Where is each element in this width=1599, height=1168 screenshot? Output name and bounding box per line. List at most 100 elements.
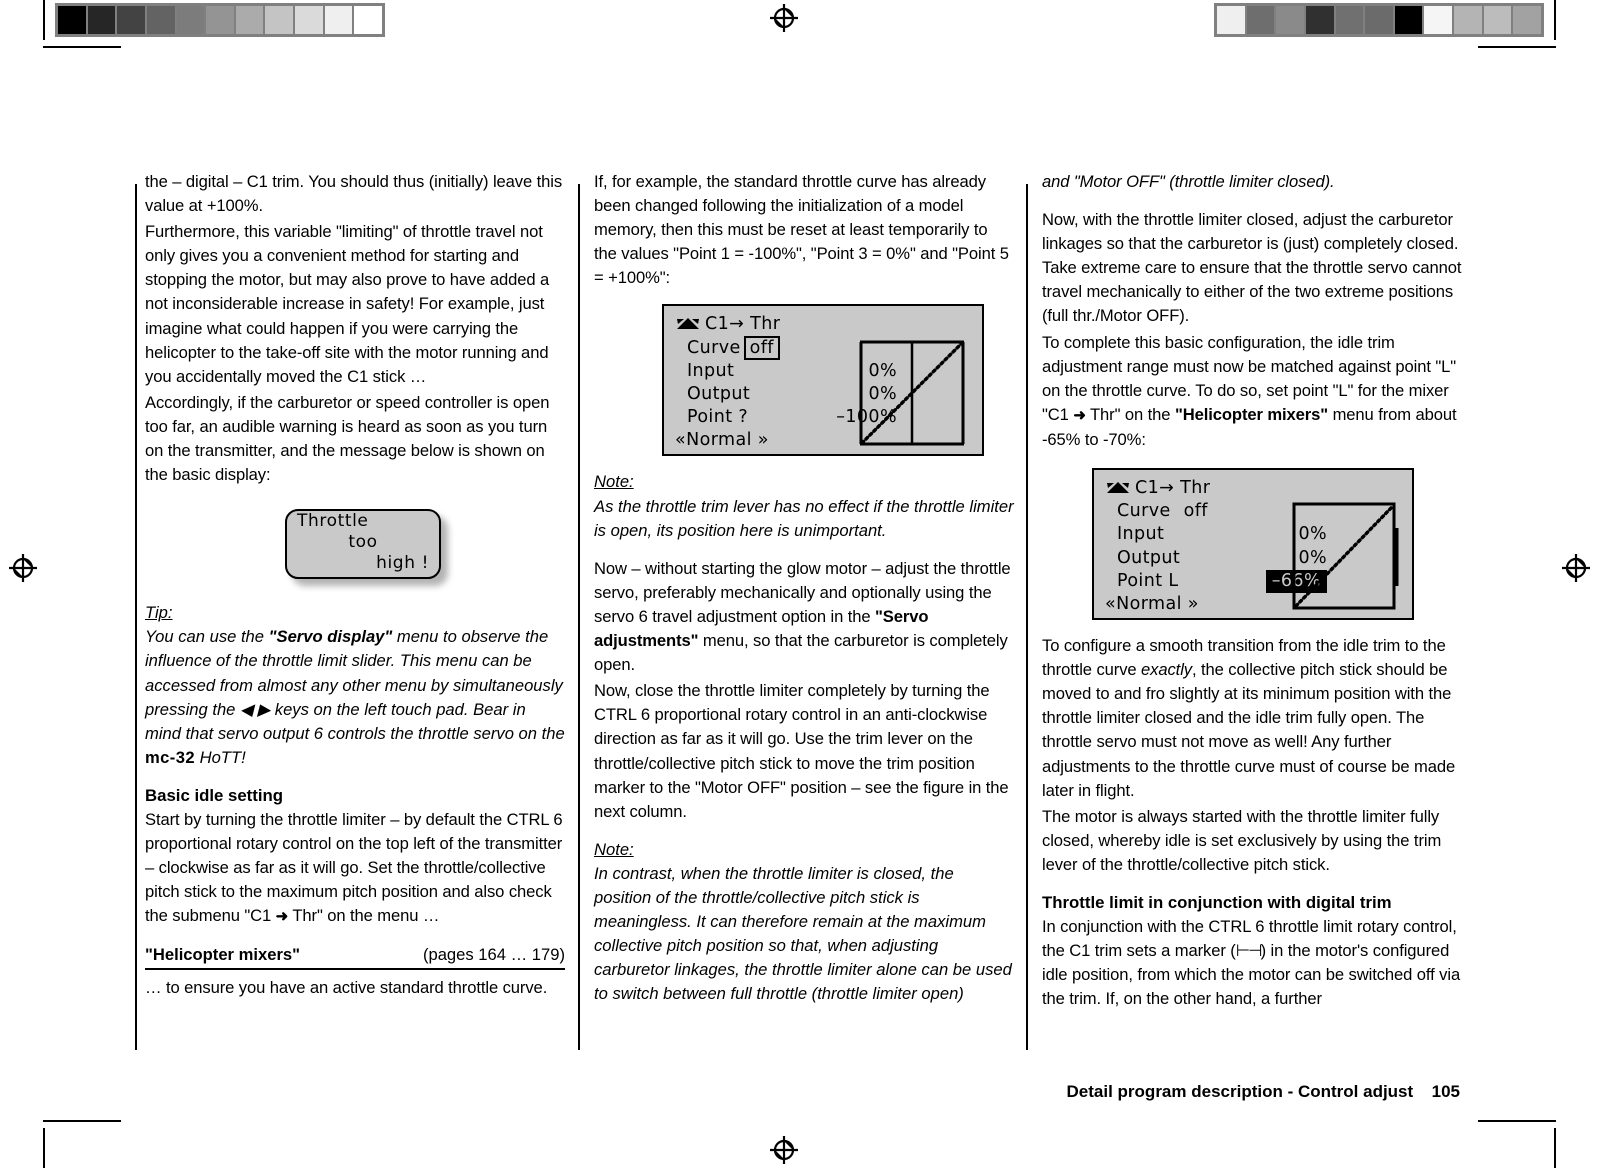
calibration-swatch [1454,6,1482,34]
lcd-title: C1→ Thr [705,314,781,335]
lcd-phase-value: «Normal » [1105,593,1199,614]
paragraph-part-b: , the collective pitch stick should be m… [1042,660,1456,800]
lcd-point-label: Point ? [687,407,749,428]
note-label: Note: [594,472,634,492]
emphasis-exactly: exactly [1141,660,1192,680]
note-text: As the throttle trim lever has no effect… [594,496,1014,540]
calibration-swatch [117,6,145,34]
menu-name: "Helicopter mixers" [1174,404,1329,424]
tip-block: Tip: You can use the "Servo display" men… [145,601,565,770]
trim-marker-icon: ⊢⊣ [1235,941,1263,961]
paragraph: Now, close the throttle limiter complete… [594,681,1009,821]
lcd-screen-c1-thr-point-l: C1→ Thr Curve off Input 0% Output 0% Poi… [1092,468,1414,621]
lcd-title-row: C1→ Thr [1105,477,1327,500]
calibration-swatch [1483,6,1512,34]
product-name: mc-32 [145,747,195,767]
note-block-1: Note: As the throttle trim lever has no … [594,470,1014,542]
registration-mark-icon [770,4,798,32]
lcd-curve-value: off [743,335,780,360]
crop-mark-top-right-vertical [1554,0,1556,40]
lcd-curve-graph [1292,502,1399,610]
paragraph: Furthermore, this variable "limiting" of… [145,222,550,386]
document-page: the – digital – C1 trim. You should thus… [0,0,1599,1168]
crop-mark-bottom-right-horizontal [1478,1120,1556,1122]
helicopter-icon [677,318,699,330]
paragraph: Now – without starting the glow motor – … [594,557,1014,677]
right-arrow-icon: ➜ [275,908,289,926]
lcd-title: C1→ Thr [1135,478,1211,499]
calibration-swatch [1276,6,1304,34]
arrow-keys-icon: ◀ ▶ [240,699,271,719]
calibration-strip-right [1214,3,1544,37]
calibration-swatch [87,6,116,34]
warning-line-2: too [348,532,378,553]
lcd-title-row: C1→ Thr [675,313,897,336]
calibration-swatch [206,6,234,34]
xref-pages: (pages 164 … 179) [422,945,565,965]
tip-menu-name: "Servo display" [268,627,393,647]
text-column-2: If, for example, the standard throttle c… [594,170,1014,1006]
paragraph: Now, with the throttle limiter closed, a… [1042,210,1462,326]
lcd-input-label: Input [687,360,735,381]
page-body: the – digital – C1 trim. You should thus… [0,170,1599,1050]
note-text: In contrast, when the throttle limiter i… [594,863,1012,1004]
calibration-swatch [1217,6,1245,34]
paragraph: In conjunction with the CTRL 6 throttle … [1042,915,1462,1011]
calibration-strip-left [55,3,385,37]
calibration-swatch [1513,6,1542,34]
section-heading-basic-idle: Basic idle setting [145,785,284,805]
column-divider [1026,184,1028,1050]
note-label: Note: [594,839,634,859]
lcd-output-label: Output [687,384,751,405]
paragraph: Accordingly, if the carburetor or speed … [145,392,550,485]
lcd-phase-value: «Normal » [675,430,769,451]
lcd-curve-value: off [1183,501,1208,522]
lcd-curve-label: Curve [687,337,741,358]
throttle-warning-dialog: Throttle too high ! [285,509,441,580]
calibration-swatch [1246,6,1275,34]
paragraph: the – digital – C1 trim. You should thus… [145,172,563,216]
cross-reference[interactable]: "Helicopter mixers" (pages 164 … 179) [145,945,565,971]
calibration-swatch [265,6,294,34]
text-column-1: the – digital – C1 trim. You should thus… [145,170,565,1002]
lcd-curve-label: Curve [1117,501,1171,522]
column-divider [578,184,580,1050]
text-column-3: and "Motor OFF" (throttle limiter closed… [1042,170,1462,1013]
section-heading-throttle-limit: Throttle limit in conjunction with digit… [1042,892,1392,912]
calibration-swatch [1305,6,1334,34]
calibration-swatch [354,6,383,34]
paragraph: Start by turning the throttle limiter – … [145,808,565,929]
warning-line-1: Throttle [297,511,369,532]
warning-line-3: high ! [376,553,429,574]
paragraph: … to ensure you have an active standard … [145,978,548,998]
paragraph: If, for example, the standard throttle c… [594,172,1009,288]
tip-text-part4: HoTT! [194,747,246,767]
note-continuation: and "Motor OFF" (throttle limiter closed… [1042,172,1335,191]
tip-label: Tip: [145,603,173,623]
calibration-swatch [1394,6,1423,34]
page-footer: Detail program description - Control adj… [0,1082,1599,1102]
right-arrow-icon: ➜ [1073,406,1086,424]
calibration-swatch [146,6,175,34]
lcd-output-label: Output [1117,547,1181,568]
page-number: 105 [1431,1082,1460,1101]
xref-menu-name: "Helicopter mixers" [145,945,300,965]
tip-text-part1: You can use the [145,627,269,647]
crop-mark-bottom-left-horizontal [43,1120,121,1122]
calibration-swatch [295,6,323,34]
warning-popup-figure: Throttle too high ! [145,505,565,597]
calibration-swatch [1424,6,1453,34]
lcd-curve-graph [859,340,965,446]
crop-mark-top-right-horizontal [1478,46,1556,48]
paragraph-part-b: Thr" on the menu … [288,906,440,926]
calibration-swatch [235,6,264,34]
lcd-input-label: Input [1117,524,1165,545]
paragraph: The motor is always started with the thr… [1042,806,1442,874]
lcd-screen-c1-thr-off: C1→ Thr Curve off Input 0% Output 0% Poin [662,304,984,457]
footer-title: Detail program description - Control adj… [1066,1082,1414,1101]
crop-mark-bottom-left-vertical [43,1128,45,1168]
calibration-swatch [324,6,353,34]
lcd-point-label: Point L [1117,570,1179,591]
note-block-2: Note: In contrast, when the throttle lim… [594,838,1014,1007]
crop-mark-top-left-vertical [43,0,45,40]
